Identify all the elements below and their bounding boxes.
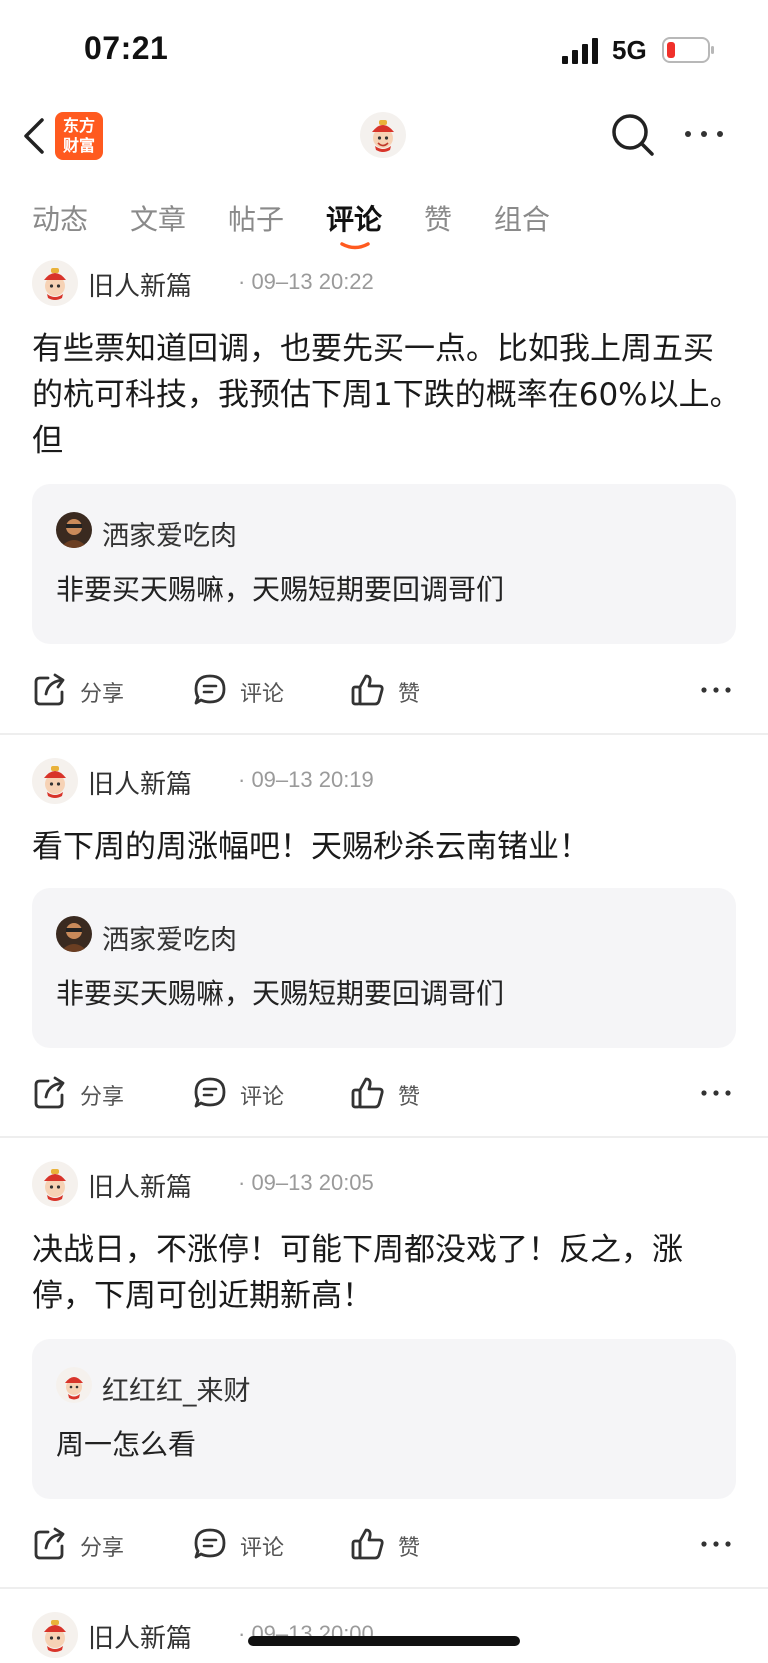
back-icon[interactable] [16,114,52,158]
mascot-icon [44,1620,66,1652]
logo-line-1: 东方 [62,116,95,135]
tab-articles[interactable]: 文章 [130,198,186,238]
like-label: 赞 [398,682,421,707]
battery-icon [662,37,714,63]
like-label: 赞 [398,1085,421,1110]
post-text[interactable]: 有些票知道回调，也要先买一点。比如我上周五买的杭可科技，我预估下周1下跌的概率在… [32,326,742,464]
logo-line-2: 财富 [62,136,95,155]
post-author-row[interactable]: 旧人新篇 · 09–13 20:19 [32,758,732,806]
comment-label: 评论 [240,1085,285,1110]
thumbs-up-icon [351,1077,384,1109]
author-name[interactable]: 旧人新篇 [88,266,192,303]
quote-text: 非要买天赐嘛，天赐短期要回调哥们 [56,573,505,606]
quote-user-name[interactable]: 洒家爱吃肉 [102,514,237,553]
share-icon [34,1527,65,1560]
quote-user-name[interactable]: 洒家爱吃肉 [102,918,237,957]
thumbs-up-icon [351,674,384,706]
mascot-icon [44,766,66,798]
comment-label: 评论 [240,682,285,707]
author-avatar[interactable] [32,1161,78,1207]
comment-label: 评论 [240,1536,285,1561]
user-photo-icon [56,512,92,548]
author-name[interactable]: 旧人新篇 [88,1618,192,1655]
post-actions: 分享 评论 赞 [32,1522,736,1566]
post-text[interactable]: 决战日，不涨停！可能下周都没戏了！反之，涨停，下周可创近期新高！ [32,1227,742,1319]
search-icon[interactable] [610,112,656,158]
user-photo-icon [56,916,92,952]
post-time: · 09–13 20:22 [238,269,374,294]
post-author-row[interactable]: 旧人新篇 · 09–13 20:22 [32,260,732,308]
share-icon [34,1076,65,1109]
tab-likes[interactable]: 赞 [424,198,452,238]
quoted-comment[interactable]: 洒家爱吃肉 非要买天赐嘛，天赐短期要回调哥们 [32,888,736,1048]
quote-user-avatar[interactable] [56,916,92,952]
post-actions: 分享 评论 赞 [32,668,736,712]
share-label: 分享 [80,1085,125,1110]
signal-icon [562,38,598,64]
author-avatar[interactable] [32,758,78,804]
app-header: 东方 财富 [0,100,768,180]
quote-text: 非要买天赐嘛，天赐短期要回调哥们 [56,977,505,1010]
more-menu-icon[interactable] [682,122,726,146]
mascot-icon [56,1367,92,1403]
share-label: 分享 [80,1536,125,1561]
profile-avatar[interactable] [360,112,406,158]
like-label: 赞 [398,1536,421,1561]
post-actions: 分享 评论 赞 [32,1071,736,1115]
post-more-icon[interactable] [700,1083,732,1103]
post-time: · 09–13 20:19 [238,767,374,792]
profile-tabs: 动态 文章 帖子 评论 赞 组合 [0,190,768,250]
share-label: 分享 [80,682,125,707]
quote-user-name[interactable]: 红红红_来财 [102,1369,251,1408]
tab-dynamics[interactable]: 动态 [32,198,88,238]
tab-posts[interactable]: 帖子 [228,198,284,238]
post-text[interactable]: 看下周的周涨幅吧！天赐秒杀云南锗业！ [32,824,742,870]
thumbs-up-icon [351,1528,384,1560]
quoted-comment[interactable]: 红红红_来财 周一怎么看 [32,1339,736,1499]
status-bar: 07:21 5G [0,0,768,100]
comment-icon [194,674,226,705]
tab-comments[interactable]: 评论 [326,198,382,238]
post-divider [0,733,768,735]
author-avatar[interactable] [32,1612,78,1658]
mascot-icon [44,1169,66,1201]
post-divider [0,1587,768,1589]
mascot-icon [44,268,66,300]
quote-user-avatar[interactable] [56,512,92,548]
quoted-comment[interactable]: 洒家爱吃肉 非要买天赐嘛，天赐短期要回调哥们 [32,484,736,644]
author-name[interactable]: 旧人新篇 [88,1167,192,1204]
post-more-icon[interactable] [700,680,732,700]
tab-portfolio[interactable]: 组合 [494,198,550,238]
post-author-row[interactable]: 旧人新篇 · 09–13 20:05 [32,1161,732,1209]
quote-user-avatar[interactable] [56,1367,92,1403]
mascot-icon [372,120,394,152]
comment-icon [194,1077,226,1108]
post-more-icon[interactable] [700,1534,732,1554]
share-icon [34,673,65,706]
active-tab-indicator [340,242,370,250]
status-time: 07:21 [84,30,169,66]
comment-icon [194,1528,226,1559]
app-logo: 东方 财富 [55,112,103,160]
author-name[interactable]: 旧人新篇 [88,764,192,801]
quote-text: 周一怎么看 [56,1428,197,1461]
post-divider [0,1136,768,1138]
post-time: · 09–13 20:05 [238,1170,374,1195]
network-type: 5G [612,35,647,65]
author-avatar[interactable] [32,260,78,306]
home-indicator[interactable] [248,1636,520,1646]
